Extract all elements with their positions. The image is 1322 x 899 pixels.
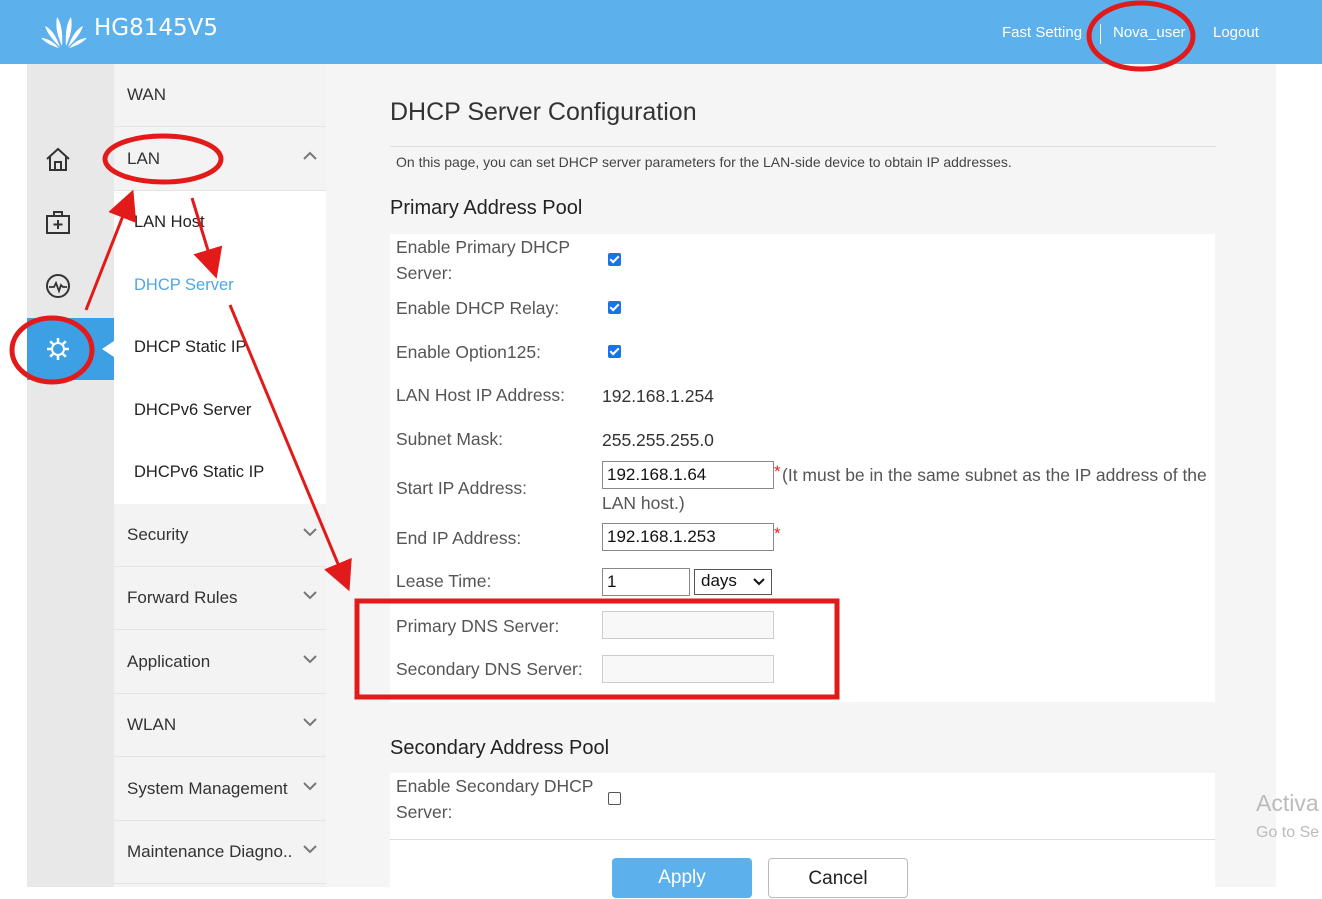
dropdown-arrow-icon <box>753 578 765 586</box>
primary-pool-panel: Enable Primary DHCP Server: Enable DHCP … <box>390 234 1215 702</box>
chevron-down-icon <box>303 591 317 600</box>
page-description: On this page, you can set DHCP server pa… <box>396 154 1012 170</box>
lan-submenu: LAN Host DHCP Server DHCP Static IP DHCP… <box>114 191 326 504</box>
pulse-icon <box>46 274 70 298</box>
submenu-dhcp-static-ip[interactable]: DHCP Static IP <box>134 338 246 357</box>
menu-item-maintenance-diagnosis[interactable]: Maintenance Diagno.. <box>114 821 326 884</box>
subnet-mask-label: Subnet Mask: <box>396 429 503 449</box>
header-divider <box>1100 24 1101 44</box>
chevron-down-icon <box>303 782 317 791</box>
top-bar: HG8145V5 Fast Setting Nova_user Logout <box>0 0 1322 64</box>
menu-item-label: Security <box>127 525 189 544</box>
primary-dns-label: Primary DNS Server: <box>396 616 560 636</box>
gear-icon <box>47 338 69 360</box>
start-ip-hint-text: (It must be in the same subnet as the IP… <box>602 465 1207 513</box>
cancel-button[interactable]: Cancel <box>768 858 908 898</box>
end-ip-input[interactable] <box>602 523 774 551</box>
enable-primary-checkbox[interactable] <box>608 253 621 266</box>
lease-unit-select[interactable]: days <box>694 569 772 595</box>
enable-secondary-checkbox[interactable] <box>608 792 621 805</box>
rail-diagnosis[interactable] <box>27 191 114 253</box>
activation-watermark-title: Activa <box>1256 790 1319 816</box>
menu-item-application[interactable]: Application <box>114 631 326 694</box>
enable-relay-checkbox[interactable] <box>608 301 621 314</box>
title-divider <box>390 146 1216 147</box>
page-title: DHCP Server Configuration <box>390 98 697 126</box>
enable-option125-label: Enable Option125: <box>396 342 541 362</box>
start-ip-label: Start IP Address: <box>396 478 527 498</box>
enable-relay-label: Enable DHCP Relay: <box>396 298 560 318</box>
username-link[interactable]: Nova_user <box>1113 24 1186 41</box>
submenu-dhcpv6-static-ip[interactable]: DHCPv6 Static IP <box>134 463 264 482</box>
first-aid-icon <box>46 211 70 234</box>
menu-item-label: WAN <box>127 85 167 104</box>
actions-panel: Apply Cancel <box>390 840 1215 898</box>
main-content: DHCP Server Configuration On this page, … <box>326 64 1276 898</box>
subnet-mask-value: 255.255.255.0 <box>602 430 714 450</box>
side-menu: WAN LAN LAN Host DHCP Server DHCP Static… <box>114 64 326 887</box>
menu-item-label: LAN <box>127 149 161 168</box>
rail-status[interactable] <box>27 255 114 317</box>
primary-pool-heading: Primary Address Pool <box>390 197 583 219</box>
lease-time-input[interactable] <box>602 568 690 596</box>
lan-host-ip-label: LAN Host IP Address: <box>396 385 565 405</box>
secondary-pool-panel: Enable Secondary DHCP Server: <box>390 773 1215 840</box>
chevron-down-icon <box>303 528 317 537</box>
apply-button[interactable]: Apply <box>612 858 752 898</box>
end-ip-label: End IP Address: <box>396 528 522 548</box>
home-icon <box>46 147 70 171</box>
secondary-dns-input[interactable] <box>602 655 774 683</box>
menu-item-security[interactable]: Security <box>114 504 326 567</box>
enable-primary-label: Enable Primary DHCP Server: <box>396 237 570 283</box>
menu-item-wlan[interactable]: WLAN <box>114 694 326 757</box>
menu-item-label: WLAN <box>127 715 177 734</box>
fast-setting-link[interactable]: Fast Setting <box>1002 24 1082 41</box>
menu-item-label: Maintenance Diagno.. <box>127 842 293 861</box>
end-ip-required-mark: * <box>774 524 781 543</box>
rail-advanced-settings[interactable] <box>27 318 114 380</box>
menu-item-label: Forward Rules <box>127 588 238 607</box>
secondary-dns-label: Secondary DNS Server: <box>396 659 583 679</box>
menu-item-lan[interactable]: LAN <box>114 128 326 191</box>
primary-dns-input[interactable] <box>602 611 774 639</box>
icon-rail <box>27 64 114 887</box>
menu-item-system-management[interactable]: System Management <box>114 758 326 821</box>
menu-item-label: Application <box>127 652 211 671</box>
chevron-down-icon <box>303 718 317 727</box>
lan-host-ip-value: 192.168.1.254 <box>602 386 714 406</box>
rail-home[interactable] <box>27 128 114 190</box>
secondary-pool-heading: Secondary Address Pool <box>390 737 610 759</box>
start-ip-hint: (It must be in the same subnet as the IP… <box>602 461 1222 517</box>
menu-item-label: System Management <box>127 779 288 798</box>
menu-item-wan[interactable]: WAN <box>114 64 326 127</box>
submenu-dhcp-server[interactable]: DHCP Server <box>134 276 234 295</box>
huawei-logo-icon <box>41 17 87 48</box>
activation-watermark-subtitle: Go to Se <box>1256 824 1320 841</box>
logout-link[interactable]: Logout <box>1213 24 1259 41</box>
chevron-down-icon <box>303 655 317 664</box>
lease-unit-value: days <box>701 571 737 590</box>
device-model-title: HG8145V5 <box>94 15 219 41</box>
lease-time-label: Lease Time: <box>396 571 492 591</box>
menu-item-forward-rules[interactable]: Forward Rules <box>114 567 326 630</box>
enable-secondary-label: Enable Secondary DHCP Server: <box>396 776 594 822</box>
chevron-up-icon <box>303 151 317 160</box>
submenu-dhcpv6-server[interactable]: DHCPv6 Server <box>134 401 251 420</box>
active-pointer <box>102 341 114 357</box>
submenu-lan-host[interactable]: LAN Host <box>134 213 205 232</box>
chevron-down-icon <box>303 845 317 854</box>
enable-option125-checkbox[interactable] <box>608 345 621 358</box>
